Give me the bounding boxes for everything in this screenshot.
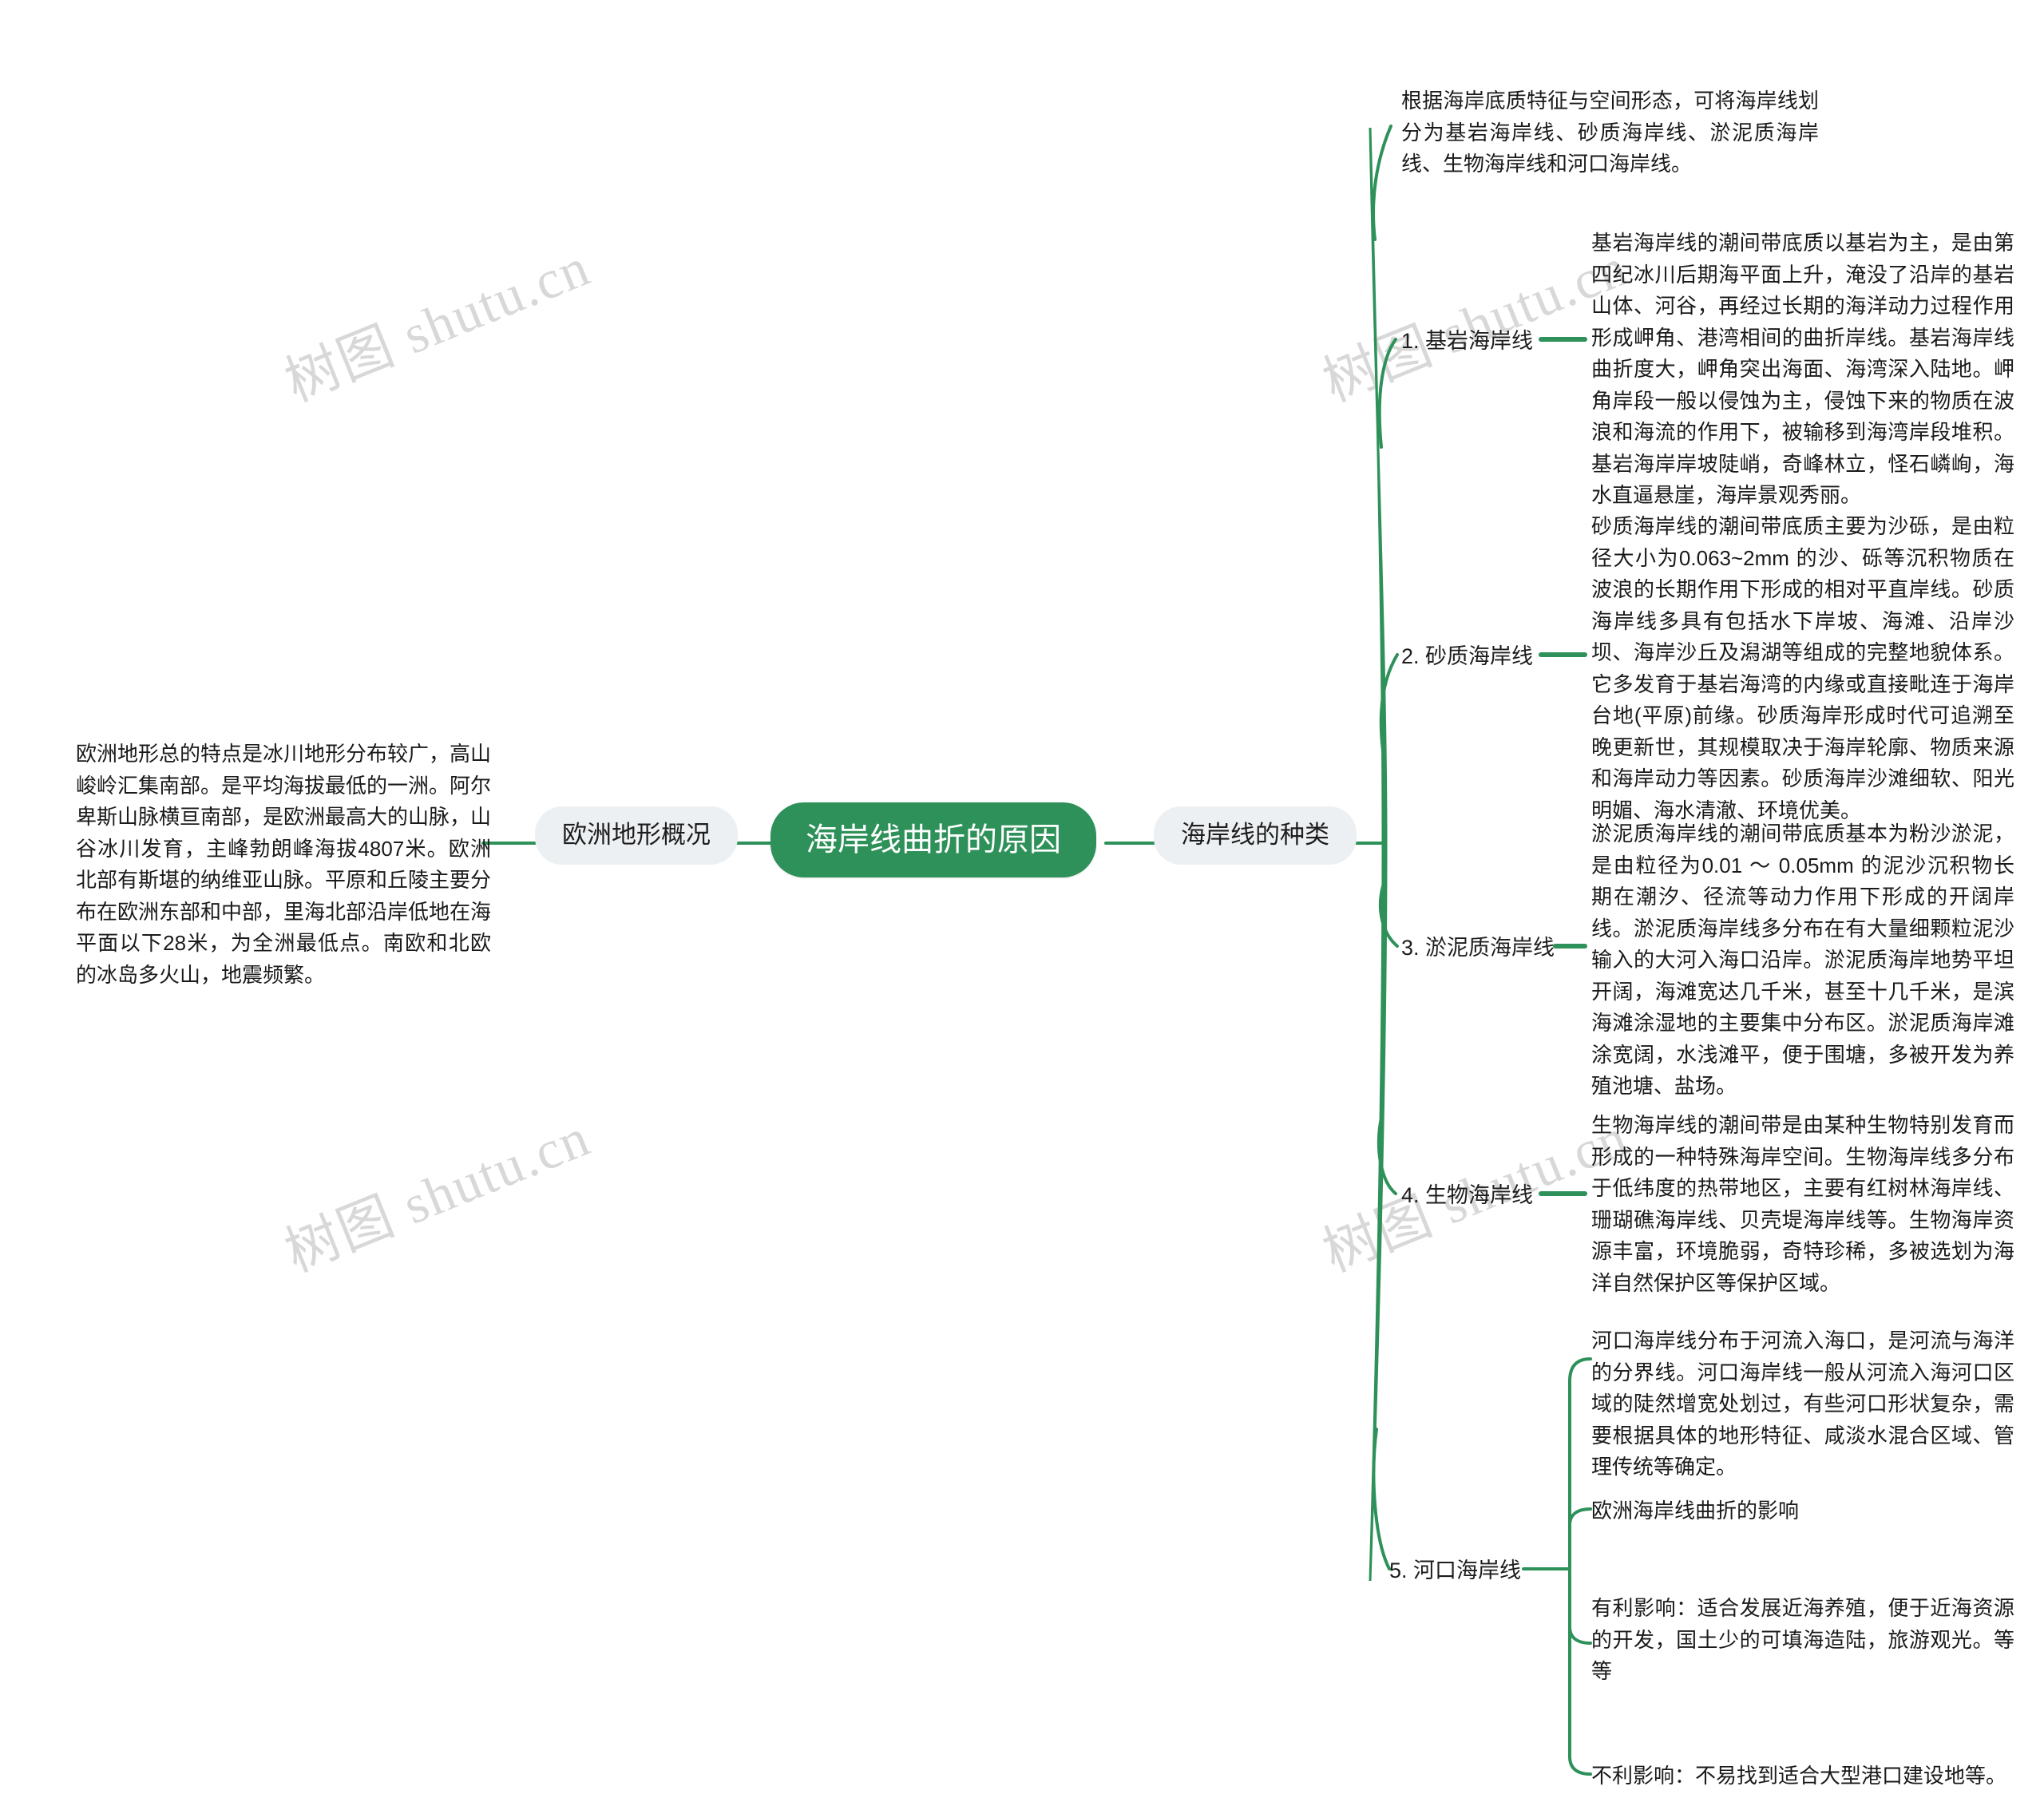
branch-node-coastline-types[interactable]: 海岸线的种类 — [1154, 806, 1357, 865]
wire-spine-type-3 — [1378, 885, 1399, 948]
wire-spine-type-2 — [1379, 653, 1399, 752]
wire-spine-type-1 — [1377, 338, 1397, 449]
wire-spine-overview — [1372, 125, 1392, 241]
watermark-text: 树图 shutu.cn — [276, 236, 599, 414]
root-node[interactable]: 海岸线曲折的原因 — [770, 802, 1096, 877]
type-detail-estuary: 河口海岸线分布于河流入海口，是河流与海洋的分界线。河口海岸线一般从河流入海河口区… — [1591, 1329, 2014, 1479]
type-label-estuary[interactable]: 5. 河口海岸线 — [1389, 1557, 1521, 1585]
watermark-text: 树图 shutu.cn — [276, 1106, 599, 1284]
type-label-sandy[interactable]: 2. 砂质海岸线 — [1401, 643, 1533, 671]
estuary-child-impact-title[interactable]: 欧洲海岸线曲折的影响 — [1591, 1495, 1799, 1527]
wire-child-3 — [1568, 1755, 1592, 1776]
branch-node-europe-terrain[interactable]: 欧洲地形概况 — [535, 806, 738, 865]
type-label-bedrock[interactable]: 1. 基岩海岸线 — [1401, 327, 1533, 355]
type-detail-bedrock: 基岩海岸线的潮间带底质以基岩为主，是由第四纪冰川后期海平面上升，淹没了沿岸的基岩… — [1591, 231, 2014, 508]
mindmap-canvas: 树图 shutu.cn 树图 shutu.cn 树图 shutu.cn 树图 s… — [0, 0, 2044, 1814]
type-detail-muddy: 淤泥质海岸线的潮间带底质基本为粉沙淤泥，是由粒径为0.01 ～ 0.05mm 的… — [1591, 822, 2014, 1099]
wire-spine-type-5 — [1372, 1428, 1391, 1570]
wire-child-2 — [1568, 1626, 1592, 1645]
estuary-child-positive-impact[interactable]: 有利影响：适合发展近海养殖，便于近海资源的开发，国土少的可填海造陆，旅游观光。等… — [1591, 1593, 2014, 1688]
wire-child-1 — [1568, 1507, 1592, 1527]
type-detail-biological: 生物海岸线的潮间带是由某种生物特别发育而形成的一种特殊海岸空间。生物海岸线多分布… — [1591, 1113, 2014, 1295]
left-branch-detail: 欧洲地形总的特点是冰川地形分布较广，高山峻岭汇集南部。是平均海拔最低的一洲。阿尔… — [76, 742, 492, 987]
spine-main — [1369, 127, 1388, 1582]
type-label-biological[interactable]: 4. 生物海岸线 — [1401, 1182, 1533, 1210]
estuary-child-negative-impact[interactable]: 不利影响：不易找到适合大型港口建设地等。 — [1591, 1761, 2006, 1792]
wire-child-estuary — [1568, 1357, 1592, 1383]
type-label-muddy[interactable]: 3. 淤泥质海岸线 — [1401, 934, 1555, 962]
watermark-text: 树图 shutu.cn — [1314, 236, 1637, 414]
wire-spine-type-4 — [1377, 1116, 1397, 1195]
coastline-overview-text: 根据海岸底质特征与空间形态，可将海岸线划分为基岩海岸线、砂质海岸线、淤泥质海岸线… — [1401, 89, 1819, 176]
type-detail-sandy: 砂质海岸线的潮间带底质主要为沙砾，是由粒径大小为0.063~2mm 的沙、砾等沉… — [1591, 514, 2014, 822]
